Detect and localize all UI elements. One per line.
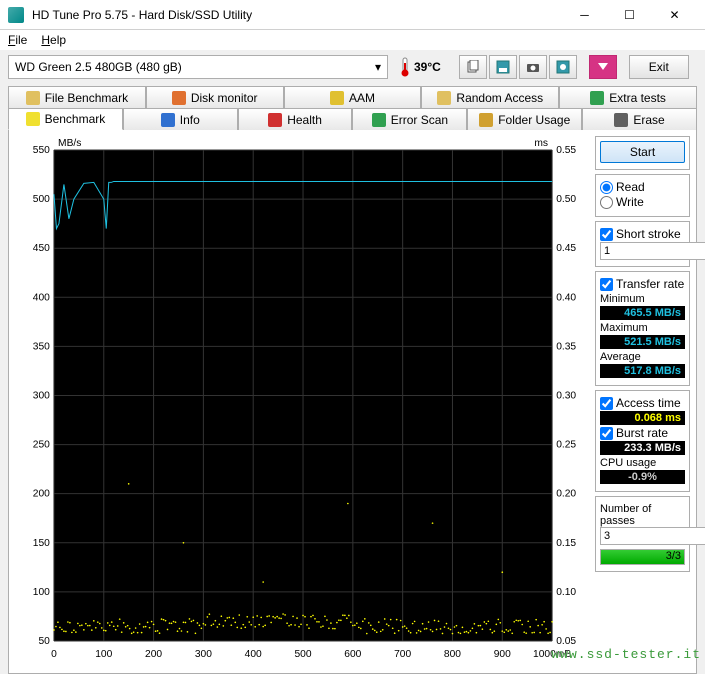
thermometer-icon xyxy=(400,57,410,77)
svg-text:0.05: 0.05 xyxy=(556,636,576,647)
svg-text:100: 100 xyxy=(33,587,50,598)
read-radio[interactable]: Read xyxy=(600,180,685,194)
svg-text:0.45: 0.45 xyxy=(556,243,576,254)
transfer-rate-checkbox[interactable]: Transfer rate xyxy=(600,277,685,291)
tab-folder-usage[interactable]: Folder Usage xyxy=(467,108,582,130)
svg-text:200: 200 xyxy=(145,649,162,660)
svg-text:600: 600 xyxy=(344,649,361,660)
tab-error-scan[interactable]: Error Scan xyxy=(352,108,467,130)
side-panel: Start Read Write Short stroke ▲▼ gB Tran… xyxy=(595,136,690,667)
tab-erase[interactable]: Erase xyxy=(582,108,697,130)
tab-container: File BenchmarkDisk monitorAAMRandom Acce… xyxy=(8,86,697,674)
window-title: HD Tune Pro 5.75 - Hard Disk/SSD Utility xyxy=(32,8,562,22)
tab-disk-monitor[interactable]: Disk monitor xyxy=(146,86,284,108)
average-value: 517.8 MB/s xyxy=(600,364,685,378)
svg-text:500: 500 xyxy=(294,649,311,660)
chart-area: MB/s ms 50 100 150 200 250 300 350 400 450 500 550 0.… xyxy=(15,136,589,667)
temperature-value: 39°C xyxy=(414,60,441,74)
tab-benchmark[interactable]: Benchmark xyxy=(8,108,123,130)
svg-text:0.10: 0.10 xyxy=(556,587,576,598)
tab-random-access[interactable]: Random Access xyxy=(421,86,559,108)
svg-text:0.15: 0.15 xyxy=(556,538,576,549)
watermark: www.ssd-tester.it xyxy=(551,647,701,662)
menubar: File Help xyxy=(0,30,705,50)
screenshot-save-button[interactable] xyxy=(549,55,577,79)
minimize-button[interactable]: ─ xyxy=(562,1,607,29)
minimum-value: 465.5 MB/s xyxy=(600,306,685,320)
menu-help[interactable]: Help xyxy=(41,33,66,47)
tab-extra-tests[interactable]: Extra tests xyxy=(559,86,697,108)
svg-text:300: 300 xyxy=(195,649,212,660)
titlebar: HD Tune Pro 5.75 - Hard Disk/SSD Utility… xyxy=(0,0,705,30)
burst-rate-value: 233.3 MB/s xyxy=(600,441,685,455)
tab-file-benchmark[interactable]: File Benchmark xyxy=(8,86,146,108)
svg-text:MB/s: MB/s xyxy=(58,138,81,149)
maximum-value: 521.5 MB/s xyxy=(600,335,685,349)
drive-select[interactable]: WD Green 2.5 480GB (480 gB) ▾ xyxy=(8,55,388,79)
svg-text:0.30: 0.30 xyxy=(556,391,576,402)
svg-text:0: 0 xyxy=(51,649,57,660)
short-stroke-input[interactable] xyxy=(600,242,705,260)
drive-select-value: WD Green 2.5 480GB (480 gB) xyxy=(15,60,182,74)
svg-text:400: 400 xyxy=(33,292,50,303)
passes-input[interactable] xyxy=(600,527,705,545)
tab-health[interactable]: Health xyxy=(238,108,353,130)
svg-text:100: 100 xyxy=(95,649,112,660)
svg-text:0.25: 0.25 xyxy=(556,440,576,451)
svg-text:350: 350 xyxy=(33,341,50,352)
burst-rate-checkbox[interactable]: Burst rate xyxy=(600,426,685,440)
start-button[interactable]: Start xyxy=(600,141,685,163)
tab-aam[interactable]: AAM xyxy=(284,86,422,108)
svg-text:550: 550 xyxy=(33,145,50,156)
svg-text:0.20: 0.20 xyxy=(556,489,576,500)
chevron-down-icon: ▾ xyxy=(375,60,381,74)
svg-text:500: 500 xyxy=(33,194,50,205)
svg-text:400: 400 xyxy=(245,649,262,660)
svg-text:450: 450 xyxy=(33,243,50,254)
short-stroke-checkbox[interactable]: Short stroke xyxy=(600,227,685,241)
svg-text:ms: ms xyxy=(534,138,548,149)
svg-text:200: 200 xyxy=(33,489,50,500)
maximize-button[interactable]: ☐ xyxy=(607,1,652,29)
svg-text:0.50: 0.50 xyxy=(556,194,576,205)
svg-text:150: 150 xyxy=(33,538,50,549)
access-time-value: 0.068 ms xyxy=(600,411,685,425)
minimum-label: Minimum xyxy=(600,293,685,305)
options-button[interactable] xyxy=(589,55,617,79)
maximum-label: Maximum xyxy=(600,322,685,334)
passes-progress-text: 3/3 xyxy=(666,550,681,562)
exit-button[interactable]: Exit xyxy=(629,55,689,79)
svg-text:300: 300 xyxy=(33,391,50,402)
cpu-usage-value: -0.9% xyxy=(600,470,685,484)
passes-label: Number of passes xyxy=(600,503,685,527)
save-info-button[interactable] xyxy=(489,55,517,79)
cpu-usage-label: CPU usage xyxy=(600,457,685,469)
passes-progress: 3/3 xyxy=(600,549,685,565)
svg-text:0.55: 0.55 xyxy=(556,145,576,156)
menu-file[interactable]: File xyxy=(8,33,27,47)
svg-text:900: 900 xyxy=(494,649,511,660)
close-button[interactable]: ✕ xyxy=(652,1,697,29)
average-label: Average xyxy=(600,351,685,363)
svg-text:50: 50 xyxy=(38,636,50,647)
app-icon xyxy=(8,7,24,23)
svg-text:700: 700 xyxy=(394,649,411,660)
access-time-checkbox[interactable]: Access time xyxy=(600,396,685,410)
svg-text:800: 800 xyxy=(444,649,461,660)
temperature-indicator: 39°C xyxy=(394,57,447,77)
copy-info-button[interactable] xyxy=(459,55,487,79)
benchmark-panel: MB/s ms 50 100 150 200 250 300 350 400 450 500 550 0.… xyxy=(8,129,697,674)
tab-info[interactable]: Info xyxy=(123,108,238,130)
svg-text:0.35: 0.35 xyxy=(556,341,576,352)
write-radio[interactable]: Write xyxy=(600,195,685,209)
screenshot-copy-button[interactable] xyxy=(519,55,547,79)
svg-text:250: 250 xyxy=(33,440,50,451)
benchmark-chart: MB/s ms 50 100 150 200 250 300 350 400 450 500 550 0.… xyxy=(15,136,589,667)
toolbar: WD Green 2.5 480GB (480 gB) ▾ 39°C Exit xyxy=(0,50,705,84)
svg-text:0.40: 0.40 xyxy=(556,292,576,303)
